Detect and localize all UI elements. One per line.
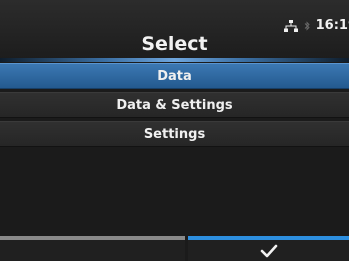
softkey-bar [0, 236, 349, 261]
network-icon [283, 20, 298, 32]
printer-display: 16:19 Select Data Data & Settings Settin… [0, 0, 349, 261]
status-bar: 16:19 [283, 18, 349, 33]
menu-item-data-and-settings[interactable]: Data & Settings [0, 92, 349, 118]
menu-item-data[interactable]: Data [0, 63, 349, 89]
clock: 16:19 [315, 18, 349, 33]
header-divider [0, 58, 349, 62]
selection-menu: Data Data & Settings Settings [0, 63, 349, 150]
bluetooth-icon [304, 21, 310, 31]
menu-empty-area [0, 150, 349, 235]
confirm-button[interactable] [188, 236, 349, 261]
menu-item-label: Data [157, 68, 192, 84]
header: 16:19 Select [0, 0, 349, 62]
softkey-left-button[interactable] [0, 236, 185, 261]
check-icon [260, 244, 277, 257]
page-title: Select [141, 33, 208, 55]
menu-item-label: Data & Settings [116, 97, 233, 113]
menu-item-settings[interactable]: Settings [0, 121, 349, 147]
menu-item-label: Settings [143, 126, 206, 142]
